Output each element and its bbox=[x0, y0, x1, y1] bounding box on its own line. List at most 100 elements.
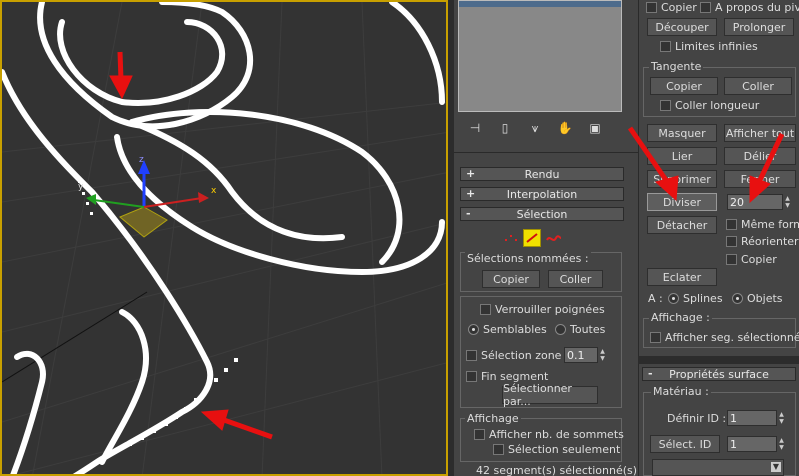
named-selections-title: Sélections nommées : bbox=[465, 252, 591, 265]
detach-copy-label: Copier bbox=[741, 253, 777, 266]
axis-y-label: y bbox=[78, 182, 84, 192]
checkbox-box[interactable] bbox=[726, 236, 737, 247]
spinner-arrows-icon[interactable]: ▲ ▼ bbox=[777, 410, 786, 426]
pin-stack-icon[interactable]: ⊣ bbox=[466, 119, 484, 137]
divide-count-spinner[interactable]: 20 ▲ ▼ bbox=[727, 194, 792, 210]
area-selection-field[interactable]: 0.1 bbox=[564, 347, 598, 363]
selected-only-checkbox[interactable]: Sélection seulement bbox=[493, 443, 620, 456]
about-pivot-checkbox[interactable]: A propos du pivot bbox=[700, 1, 799, 14]
rollout-interpolation[interactable]: + Interpolation bbox=[460, 187, 624, 201]
lock-handles-checkbox[interactable]: Verrouiller poignées bbox=[480, 303, 605, 316]
expand-icon: + bbox=[466, 167, 476, 180]
to-label: A : bbox=[648, 292, 663, 305]
spinner-arrows-icon[interactable]: ▲ ▼ bbox=[783, 194, 792, 210]
sub-object-level-icons bbox=[502, 228, 562, 248]
spline-level-icon[interactable] bbox=[545, 229, 562, 247]
checkbox-box[interactable] bbox=[646, 2, 657, 13]
alike-radio[interactable]: Semblables bbox=[468, 323, 547, 336]
show-selected-segs-checkbox[interactable]: Afficher seg. sélectionnés bbox=[650, 331, 799, 344]
same-shape-label: Même forme bbox=[741, 218, 799, 231]
show-end-result-icon[interactable]: ▯ bbox=[496, 119, 514, 137]
rollout-surface-properties[interactable]: - Propriétés surface bbox=[642, 367, 796, 381]
area-selection-spinner[interactable]: 0.1 ▲ ▼ bbox=[564, 347, 607, 363]
vertex-level-icon[interactable] bbox=[502, 229, 519, 247]
select-id-button[interactable]: Sélect. ID bbox=[650, 435, 720, 453]
spinner-arrows-icon[interactable]: ▲ ▼ bbox=[777, 436, 786, 452]
infinite-bounds-checkbox[interactable]: Limites infinies bbox=[660, 40, 758, 53]
segment-level-icon[interactable] bbox=[523, 229, 541, 247]
viewport-scene: z x y bbox=[2, 2, 446, 476]
reorient-checkbox[interactable]: Réorienter bbox=[726, 235, 799, 248]
objects-radio[interactable]: Objets bbox=[732, 292, 783, 305]
checkbox-box[interactable] bbox=[726, 254, 737, 265]
set-id-spinner[interactable]: 1 ▲ ▼ bbox=[727, 410, 786, 426]
select-id-spinner[interactable]: 1 ▲ ▼ bbox=[727, 436, 786, 452]
divide-count-field[interactable]: 20 bbox=[727, 194, 783, 210]
divide-button[interactable]: Diviser bbox=[647, 193, 717, 211]
expand-icon: + bbox=[466, 187, 476, 200]
delete-button[interactable]: Supprimer bbox=[647, 170, 717, 188]
same-shape-checkbox[interactable]: Même forme bbox=[726, 218, 799, 231]
select-id-field[interactable]: 1 bbox=[727, 436, 777, 452]
material-title: Matériau : bbox=[651, 385, 711, 398]
trim-button[interactable]: Découper bbox=[647, 18, 717, 36]
hide-button[interactable]: Masquer bbox=[647, 124, 717, 142]
alike-label: Semblables bbox=[483, 323, 547, 336]
spline-shape[interactable] bbox=[2, 2, 445, 476]
all-radio[interactable]: Toutes bbox=[555, 323, 605, 336]
paste-length-label: Coller longueur bbox=[675, 99, 760, 112]
checkbox-box[interactable] bbox=[466, 350, 477, 361]
bind-button[interactable]: Lier bbox=[647, 147, 717, 165]
radio-dot[interactable] bbox=[468, 324, 479, 335]
radio-dot[interactable] bbox=[732, 293, 743, 304]
checkbox-box[interactable] bbox=[650, 332, 661, 343]
radio-dot[interactable] bbox=[555, 324, 566, 335]
checkbox-box[interactable] bbox=[480, 304, 491, 315]
show-vertex-numbers-checkbox[interactable]: Afficher nb. de sommets bbox=[474, 428, 624, 441]
radio-dot[interactable] bbox=[668, 293, 679, 304]
set-id-label: Définir ID : bbox=[667, 412, 727, 425]
checkbox-box[interactable] bbox=[660, 41, 671, 52]
unhide-all-button[interactable]: Afficher tout bbox=[724, 124, 796, 142]
named-copy-button[interactable]: Copier bbox=[482, 270, 540, 288]
modifier-stack-list[interactable] bbox=[458, 0, 622, 112]
rollout-rendu[interactable]: + Rendu bbox=[460, 167, 624, 181]
unbind-button[interactable]: Délier bbox=[724, 147, 796, 165]
named-paste-button[interactable]: Coller bbox=[548, 270, 603, 288]
chevron-down-icon[interactable]: ▼ bbox=[771, 462, 781, 472]
explode-button[interactable]: Eclater bbox=[647, 268, 717, 286]
checkbox-box[interactable] bbox=[726, 219, 737, 230]
tangent-copy-button[interactable]: Copier bbox=[650, 77, 718, 95]
select-by-button[interactable]: Sélectionner par... bbox=[502, 382, 598, 408]
set-id-field[interactable]: 1 bbox=[727, 410, 777, 426]
remove-modifier-icon[interactable]: ✋ bbox=[556, 119, 574, 137]
extend-button[interactable]: Prolonger bbox=[724, 18, 794, 36]
checkbox-box[interactable] bbox=[474, 429, 485, 440]
perspective-viewport[interactable]: z x y bbox=[0, 0, 448, 476]
modifier-stack-selected-item[interactable] bbox=[459, 1, 621, 7]
copy-label: Copier bbox=[661, 1, 697, 14]
copy-checkbox[interactable]: Copier bbox=[646, 1, 697, 14]
material-name-dropdown[interactable]: ▼ bbox=[652, 459, 784, 476]
rollout-interpolation-label: Interpolation bbox=[506, 187, 578, 201]
close-button[interactable]: Fermer bbox=[724, 170, 796, 188]
checkbox-box[interactable] bbox=[493, 444, 504, 455]
spinner-arrows-icon[interactable]: ▲ ▼ bbox=[598, 347, 607, 363]
make-unique-icon[interactable]: ⩛ bbox=[526, 119, 544, 137]
splines-radio[interactable]: Splines bbox=[668, 292, 723, 305]
paste-length-checkbox[interactable]: Coller longueur bbox=[660, 99, 759, 112]
checkbox-box[interactable] bbox=[660, 100, 671, 111]
rollout-selection[interactable]: - Sélection bbox=[460, 207, 624, 221]
area-selection-checkbox[interactable]: Sélection zone : bbox=[466, 349, 569, 362]
ground-grid bbox=[2, 2, 446, 474]
lock-handles-label: Verrouiller poignées bbox=[495, 303, 605, 316]
detach-copy-checkbox[interactable]: Copier bbox=[726, 253, 777, 266]
checkbox-box[interactable] bbox=[466, 371, 477, 382]
tangent-paste-button[interactable]: Coller bbox=[724, 77, 792, 95]
stack-toolbar: ⊣ ▯ ⩛ ✋ ▣ bbox=[460, 118, 625, 138]
infinite-bounds-label: Limites infinies bbox=[675, 40, 758, 53]
configure-sets-icon[interactable]: ▣ bbox=[586, 119, 604, 137]
tangent-title: Tangente bbox=[649, 60, 704, 73]
detach-button[interactable]: Détacher bbox=[647, 216, 717, 234]
checkbox-box[interactable] bbox=[700, 2, 711, 13]
